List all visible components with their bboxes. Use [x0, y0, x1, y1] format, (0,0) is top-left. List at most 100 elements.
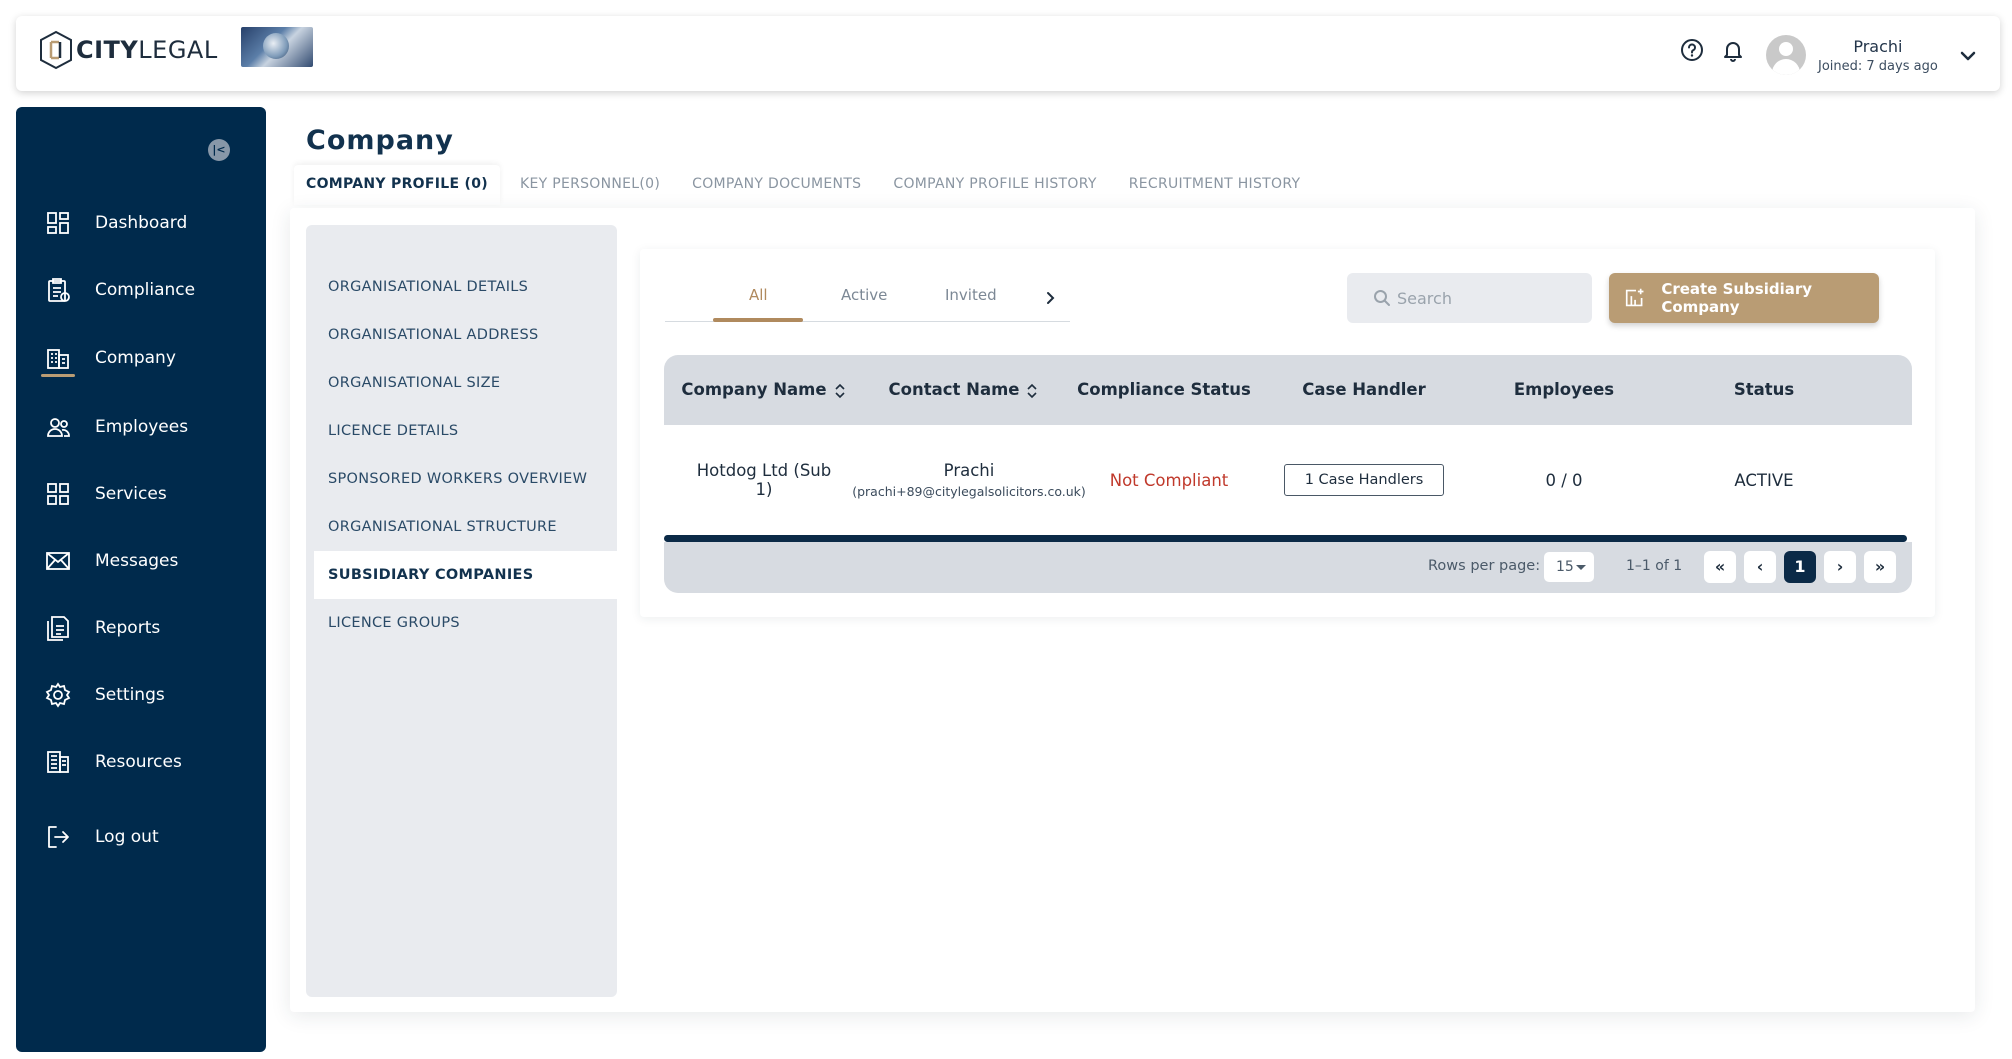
tab-recruitment-history[interactable]: RECRUITMENT HISTORY [1117, 165, 1313, 205]
tab-company-profile-history[interactable]: COMPANY PROFILE HISTORY [881, 165, 1108, 205]
top-header: CITYLEGAL Prachi Joined: 7 days ago [16, 16, 2000, 91]
sidebar-item-resources[interactable]: Resources [16, 740, 266, 784]
profile-menu: ORGANISATIONAL DETAILS ORGANISATIONAL AD… [306, 225, 617, 997]
bell-icon[interactable] [1719, 36, 1747, 64]
user-menu[interactable]: Prachi Joined: 7 days ago [1766, 31, 1986, 79]
filter-active[interactable]: Active [841, 286, 887, 304]
filter-invited[interactable]: Invited [945, 286, 997, 304]
horizontal-scrollbar[interactable] [664, 535, 1907, 542]
menu-organisational-size[interactable]: ORGANISATIONAL SIZE [314, 359, 617, 407]
company-building-icon [47, 349, 69, 369]
sidebar-item-label: Employees [95, 417, 189, 437]
sidebar-item-settings[interactable]: Settings [16, 673, 266, 717]
current-page-button[interactable]: 1 [1784, 551, 1816, 583]
employees-users-icon [47, 418, 70, 437]
status-filter-tabs: All Active Invited [665, 278, 1070, 322]
create-subsidiary-label: Create Subsidiary Company [1661, 280, 1813, 316]
sidebar-item-logout[interactable]: Log out [16, 815, 266, 859]
collapse-sidebar-button[interactable]: |< [208, 139, 230, 161]
search-box [1347, 273, 1592, 323]
filter-active-underline [713, 318, 803, 322]
subsidiary-table: Company Name Contact Name Compliance Sta… [664, 355, 1912, 593]
logo-text-bold: CITY [76, 36, 139, 64]
search-icon [1374, 290, 1390, 306]
menu-licence-details[interactable]: LICENCE DETAILS [314, 407, 617, 455]
cell-compliance-status: Not Compliant [1109, 470, 1229, 490]
sidebar-item-services[interactable]: Services [16, 472, 266, 516]
sidebar-item-label: Reports [95, 618, 161, 638]
case-handlers-button[interactable]: 1 Case Handlers [1283, 464, 1445, 496]
cell-contact: Prachi (prachi+89@citylegalsolicitors.co… [852, 425, 1086, 535]
add-company-icon [1625, 288, 1644, 307]
menu-organisational-address[interactable]: ORGANISATIONAL ADDRESS [314, 311, 617, 359]
next-page-button[interactable]: › [1824, 551, 1856, 583]
last-page-button[interactable]: » [1864, 551, 1896, 583]
create-subsidiary-button[interactable]: Create Subsidiary Company [1609, 273, 1879, 323]
company-photo [241, 27, 313, 67]
user-joined: Joined: 7 days ago [1818, 58, 1938, 74]
help-icon[interactable] [1678, 36, 1706, 64]
services-grid-icon [47, 483, 69, 505]
cell-company-name: Hotdog Ltd (Sub 1) [696, 461, 832, 499]
col-status: Status [1733, 380, 1795, 399]
sort-icon [835, 383, 845, 398]
tab-company-documents[interactable]: COMPANY DOCUMENTS [680, 165, 873, 205]
sidebar-item-employees[interactable]: Employees [16, 405, 266, 449]
cell-status: ACTIVE [1734, 470, 1794, 490]
menu-licence-groups[interactable]: LICENCE GROUPS [314, 599, 617, 647]
col-company-name[interactable]: Company Name [664, 355, 864, 425]
col-employees: Employees [1513, 380, 1615, 399]
menu-organisational-structure[interactable]: ORGANISATIONAL STRUCTURE [314, 503, 617, 551]
sort-icon [1027, 383, 1038, 398]
table-pagination: Rows per page: 15 1–1 of 1 « ‹ 1 › » [664, 542, 1912, 593]
sidebar-item-company[interactable]: Company [16, 336, 266, 380]
sidebar-item-messages[interactable]: Messages [16, 539, 266, 583]
filter-all[interactable]: All [749, 286, 768, 304]
sidebar-item-dashboard[interactable]: Dashboard [16, 201, 266, 245]
sidebar-item-label: Settings [95, 685, 165, 705]
active-indicator [41, 374, 75, 377]
contact-email: (prachi+89@citylegalsolicitors.co.uk) [852, 484, 1086, 499]
compliance-clipboard-icon [48, 278, 70, 302]
company-tabs: COMPANY PROFILE (0) KEY PERSONNEL(0) COM… [294, 165, 1320, 205]
sidebar-item-label: Dashboard [95, 213, 188, 233]
rows-per-page-select[interactable]: 15 [1544, 552, 1594, 582]
rows-per-page-label: Rows per page: [1428, 558, 1541, 574]
page-title: Company [306, 125, 454, 156]
citylegal-logo[interactable]: CITYLEGAL [38, 26, 218, 74]
col-compliance-status: Compliance Status [1077, 380, 1251, 399]
prev-page-button[interactable]: ‹ [1744, 551, 1776, 583]
menu-sponsored-workers-overview[interactable]: SPONSORED WORKERS OVERVIEW [314, 455, 617, 503]
menu-subsidiary-companies[interactable]: SUBSIDIARY COMPANIES [314, 551, 617, 599]
chevron-down-icon[interactable] [1956, 44, 1980, 68]
resources-building-icon [47, 751, 69, 773]
contact-name: Prachi [943, 461, 995, 480]
user-name: Prachi [1853, 36, 1903, 56]
tab-company-profile[interactable]: COMPANY PROFILE (0) [294, 165, 500, 205]
sidebar: |< Dashboard Compliance Company Employee… [16, 107, 266, 1052]
sidebar-item-label: Log out [95, 827, 159, 847]
sidebar-item-compliance[interactable]: Compliance [16, 268, 266, 312]
logout-icon [48, 826, 69, 848]
tab-key-personnel[interactable]: KEY PERSONNEL(0) [508, 165, 672, 205]
cell-employees: 0 / 0 [1545, 470, 1583, 490]
col-contact-name[interactable]: Contact Name [864, 355, 1064, 425]
sidebar-item-label: Company [95, 348, 176, 368]
envelope-icon [46, 552, 70, 570]
table-row[interactable]: Hotdog Ltd (Sub 1) Prachi (prachi+89@cit… [664, 425, 1912, 535]
sidebar-item-label: Services [95, 484, 167, 504]
chevron-right-icon[interactable] [1040, 288, 1060, 308]
reports-document-icon [47, 616, 69, 641]
sidebar-item-label: Resources [95, 752, 182, 772]
search-input[interactable] [1397, 288, 1587, 308]
avatar[interactable] [1766, 35, 1806, 75]
first-page-button[interactable]: « [1704, 551, 1736, 583]
table-header: Company Name Contact Name Compliance Sta… [664, 355, 1912, 425]
dashboard-grid-icon [47, 212, 69, 234]
logo-text-light: LEGAL [138, 36, 218, 64]
menu-organisational-details[interactable]: ORGANISATIONAL DETAILS [314, 263, 617, 311]
sidebar-item-reports[interactable]: Reports [16, 606, 266, 650]
sidebar-item-label: Compliance [95, 280, 196, 300]
col-case-handler: Case Handler [1302, 380, 1426, 399]
cell-case-handler: 1 Case Handlers [1264, 425, 1464, 535]
